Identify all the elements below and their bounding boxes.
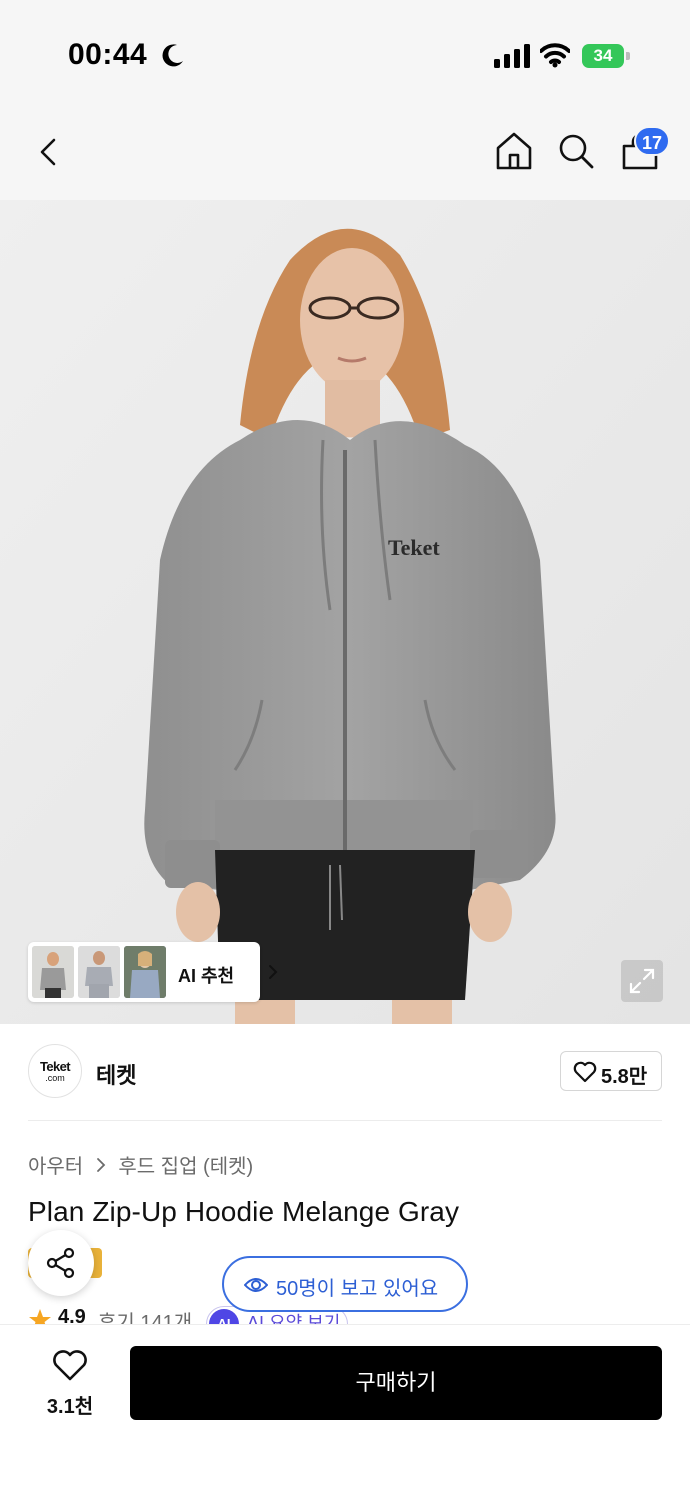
viewers-notice: 50명이 보고 있어요: [222, 1256, 468, 1312]
home-icon[interactable]: [494, 130, 534, 172]
top-nav-bar: [0, 100, 690, 200]
share-icon: [46, 1247, 75, 1279]
breadcrumb-category[interactable]: 아우터: [28, 1150, 83, 1179]
thumbnail-1[interactable]: [32, 946, 74, 998]
divider: [28, 1120, 662, 1121]
heart-icon: [53, 1350, 87, 1381]
brand-like-count: 5.8만: [601, 1066, 648, 1088]
eye-icon: [244, 1278, 268, 1292]
product-title: Plan Zip-Up Hoodie Melange Gray: [28, 1196, 460, 1227]
chevron-right-icon: [269, 965, 278, 979]
moon-icon: [162, 44, 183, 67]
status-bar: 00:44 34: [0, 0, 690, 100]
expand-icon: [629, 968, 655, 994]
cart-count-badge[interactable]: 17: [634, 126, 671, 156]
search-icon[interactable]: [556, 130, 596, 172]
ai-recommend-label: AI 추천: [178, 966, 235, 986]
brand-logo[interactable]: Teket .com: [28, 1044, 82, 1098]
brand-name[interactable]: 테켓: [96, 1058, 136, 1090]
product-image[interactable]: Teket: [0, 200, 690, 1024]
ai-recommend-strip[interactable]: AI 추천: [28, 942, 278, 1002]
heart-icon: [573, 1061, 597, 1083]
brand-like-button[interactable]: 5.8만: [560, 1051, 662, 1091]
thumbnail-3[interactable]: [124, 946, 166, 998]
review-count[interactable]: 후기 141개: [98, 1306, 192, 1326]
battery-level: 34: [593, 46, 613, 65]
chevron-right-icon: [96, 1157, 106, 1172]
brand-logo-text: Teket: [40, 1059, 71, 1074]
signal-icon: [494, 44, 530, 68]
brand-logo-sub: .com: [45, 1073, 65, 1083]
breadcrumb: 아우터 후드 집업 (테켓): [28, 1150, 253, 1179]
expand-image-button[interactable]: [621, 960, 663, 1002]
status-time: 00:44: [68, 38, 148, 71]
thumbnail-2[interactable]: [78, 946, 120, 998]
battery-indicator: 34: [582, 44, 630, 68]
back-arrow-icon[interactable]: [32, 132, 66, 172]
viewers-text: 50명이 보고 있어요: [276, 1278, 439, 1300]
wishlist-count: 3.1천: [46, 1396, 94, 1418]
breadcrumb-subcategory[interactable]: 후드 집업 (테켓): [118, 1150, 253, 1179]
wifi-icon: [540, 43, 570, 68]
product-photo: Teket: [0, 200, 690, 1024]
share-button[interactable]: [28, 1230, 94, 1296]
hoodie-logo-text: Teket: [388, 535, 440, 560]
buy-button[interactable]: 구매하기: [130, 1346, 662, 1420]
wishlist-button[interactable]: 3.1천: [36, 1346, 104, 1418]
rating-value: 4.9: [58, 1306, 86, 1326]
